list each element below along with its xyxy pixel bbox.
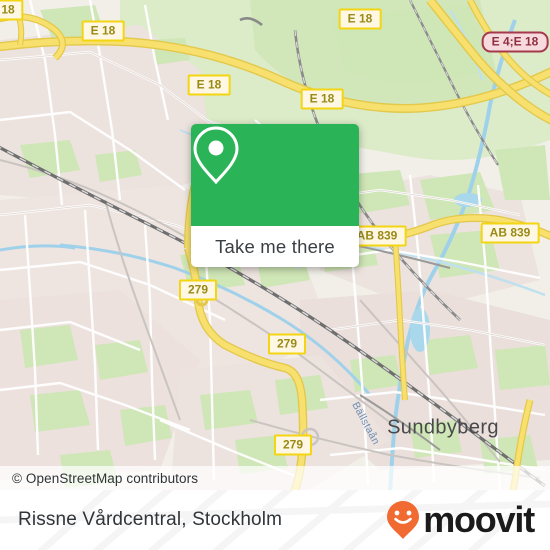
- page-footer: Rissne Vårdcentral, Stockholm moovit: [0, 490, 550, 550]
- road-shield-e18-c[interactable]: E 18: [300, 88, 344, 110]
- moovit-wordmark: moovit: [423, 499, 535, 540]
- moovit-map-page: Sundbyberg Bällstaån 18 E 18 E 18 E 18 E…: [0, 0, 550, 550]
- map-pin-icon: [193, 126, 239, 185]
- take-me-there-card[interactable]: Take me there: [191, 124, 359, 267]
- road-shield-e18-b[interactable]: E 18: [187, 74, 231, 96]
- map-place-label-sundbyberg: Sundbyberg: [387, 416, 499, 439]
- take-me-there-label[interactable]: Take me there: [191, 226, 359, 267]
- road-shield-279-b[interactable]: 279: [267, 333, 307, 355]
- moovit-logo[interactable]: moovit: [386, 490, 535, 550]
- map-attribution[interactable]: © OpenStreetMap contributors: [0, 466, 550, 490]
- road-shield-ab839-b[interactable]: AB 839: [480, 222, 540, 244]
- road-shield-18[interactable]: 18: [0, 0, 24, 21]
- road-shield-e18-d[interactable]: E 18: [338, 8, 382, 30]
- road-shield-279-a[interactable]: 279: [178, 279, 218, 301]
- location-title: Rissne Vårdcentral, Stockholm: [18, 509, 283, 530]
- card-icon-area: [191, 124, 359, 226]
- road-shield-e4-e18[interactable]: E 4;E 18: [481, 31, 549, 53]
- road-shield-e18-a[interactable]: E 18: [81, 20, 125, 42]
- moovit-pin-icon: [387, 501, 420, 539]
- road-shield-279-c[interactable]: 279: [273, 434, 313, 456]
- map-canvas[interactable]: Sundbyberg Bällstaån 18 E 18 E 18 E 18 E…: [0, 0, 550, 495]
